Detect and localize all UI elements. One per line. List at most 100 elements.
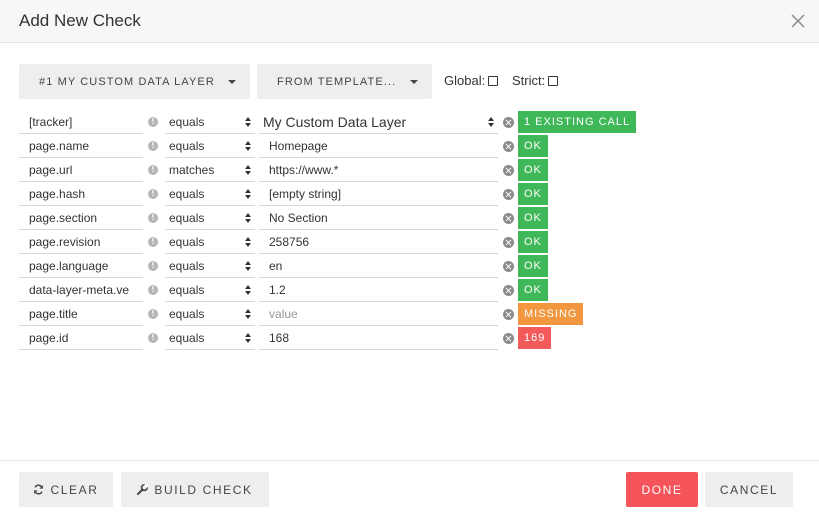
value-field[interactable]: No Section (259, 207, 498, 230)
exclamation-icon[interactable]: ! (148, 141, 158, 151)
operator-value: equals (169, 283, 205, 297)
caret-down-icon (228, 80, 236, 84)
operator-select[interactable]: equals (165, 255, 255, 278)
tracker-value: My Custom Data Layer (263, 114, 407, 130)
operator-select[interactable]: matches (165, 159, 255, 182)
key-field[interactable]: page.section (19, 207, 143, 230)
status-badge: OK (518, 183, 548, 205)
table-row: page.hash! equals [empty string] OK (19, 183, 659, 207)
dialog-header: Add New Check (0, 0, 819, 43)
build-check-label: BUILD CHECK (154, 482, 253, 497)
key-field[interactable]: page.url (19, 159, 143, 182)
value-field[interactable]: Homepage (259, 135, 498, 158)
table-row: data-layer-meta.ve! equals 1.2 OK (19, 279, 659, 303)
key-field[interactable]: [tracker] (19, 111, 143, 134)
select-arrows-icon (245, 117, 251, 127)
clear-label: CLEAR (50, 482, 99, 497)
key-field[interactable]: page.name (19, 135, 143, 158)
value-field[interactable]: value (259, 303, 498, 326)
key-field[interactable]: page.revision (19, 231, 143, 254)
strict-checkbox[interactable] (548, 75, 559, 86)
select-arrows-icon (245, 309, 251, 319)
done-label: DONE (641, 482, 683, 497)
remove-circle-icon[interactable] (503, 309, 514, 320)
table-row: page.title! equals value MISSING (19, 303, 659, 327)
operator-select[interactable]: equals (165, 327, 255, 350)
template-dropdown[interactable]: FROM TEMPLATE... (257, 64, 432, 99)
key-field[interactable]: page.id (19, 327, 143, 350)
value-field[interactable]: 168 (259, 327, 498, 350)
key-field[interactable]: page.title (19, 303, 143, 326)
remove-circle-icon[interactable] (503, 261, 514, 272)
operator-value: equals (169, 307, 205, 321)
value-field[interactable]: [empty string] (259, 183, 498, 206)
status-badge: OK (518, 135, 548, 157)
global-checkbox[interactable] (488, 75, 499, 86)
table-row: [tracker]! equals My Custom Data Layer 1 EX… (19, 111, 659, 135)
status-badge: OK (518, 231, 548, 253)
data-layer-dropdown[interactable]: #1 MY CUSTOM DATA LAYER (19, 64, 250, 99)
cancel-label: CANCEL (719, 482, 779, 497)
status-badge: OK (518, 207, 548, 229)
select-arrows-icon (245, 261, 251, 271)
tracker-select[interactable]: My Custom Data Layer (259, 111, 498, 134)
done-button[interactable]: DONE (626, 472, 698, 507)
remove-circle-icon[interactable] (503, 213, 514, 224)
global-option: Global: (444, 73, 499, 88)
global-label: Global: (444, 73, 486, 88)
value-field[interactable]: 258756 (259, 231, 498, 254)
build-check-button[interactable]: BUILD CHECK (121, 472, 269, 507)
close-icon[interactable] (791, 14, 805, 28)
exclamation-icon[interactable]: ! (148, 189, 158, 199)
value-field[interactable]: https://www.* (259, 159, 498, 182)
operator-value: equals (169, 115, 205, 129)
exclamation-icon[interactable]: ! (148, 285, 158, 295)
value-field[interactable]: 1.2 (259, 279, 498, 302)
status-badge: OK (518, 159, 548, 181)
status-badge: 169 (518, 327, 552, 349)
exclamation-icon[interactable]: ! (148, 165, 158, 175)
caret-down-icon (410, 80, 418, 84)
status-badge: MISSING (518, 303, 584, 325)
status-badge: 1 EXISTING CALL (518, 111, 637, 133)
operator-select[interactable]: equals (165, 183, 255, 206)
select-arrows-icon (245, 237, 251, 247)
exclamation-icon[interactable]: ! (148, 309, 158, 319)
operator-select[interactable]: equals (165, 279, 255, 302)
operator-select[interactable]: equals (165, 111, 255, 134)
exclamation-icon[interactable]: ! (148, 117, 158, 127)
strict-label: Strict: (512, 73, 546, 88)
refresh-icon (34, 484, 44, 495)
exclamation-icon[interactable]: ! (148, 261, 158, 271)
status-badge: OK (518, 279, 548, 301)
remove-circle-icon[interactable] (503, 333, 514, 344)
remove-circle-icon[interactable] (503, 117, 514, 128)
remove-circle-icon[interactable] (503, 189, 514, 200)
remove-circle-icon[interactable] (503, 237, 514, 248)
template-label: FROM TEMPLATE... (277, 75, 397, 88)
operator-value: equals (169, 139, 205, 153)
remove-circle-icon[interactable] (503, 165, 514, 176)
operator-select[interactable]: equals (165, 207, 255, 230)
key-field[interactable]: data-layer-meta.ve (19, 279, 143, 302)
remove-circle-icon[interactable] (503, 285, 514, 296)
select-arrows-icon (245, 285, 251, 295)
strict-option: Strict: (512, 73, 559, 88)
clear-button[interactable]: CLEAR (19, 472, 113, 507)
exclamation-icon[interactable]: ! (148, 213, 158, 223)
dialog-title: Add New Check (19, 11, 141, 30)
remove-circle-icon[interactable] (503, 141, 514, 152)
key-field[interactable]: page.hash (19, 183, 143, 206)
exclamation-icon[interactable]: ! (148, 237, 158, 247)
operator-value: equals (169, 187, 205, 201)
operator-select[interactable]: equals (165, 231, 255, 254)
exclamation-icon[interactable]: ! (148, 333, 158, 343)
operator-select[interactable]: equals (165, 135, 255, 158)
operator-value: equals (169, 331, 205, 345)
value-field[interactable]: en (259, 255, 498, 278)
wrench-icon (137, 484, 149, 495)
table-row: page.id! equals 168 169 (19, 327, 659, 351)
cancel-button[interactable]: CANCEL (705, 472, 793, 507)
operator-select[interactable]: equals (165, 303, 255, 326)
key-field[interactable]: page.language (19, 255, 143, 278)
